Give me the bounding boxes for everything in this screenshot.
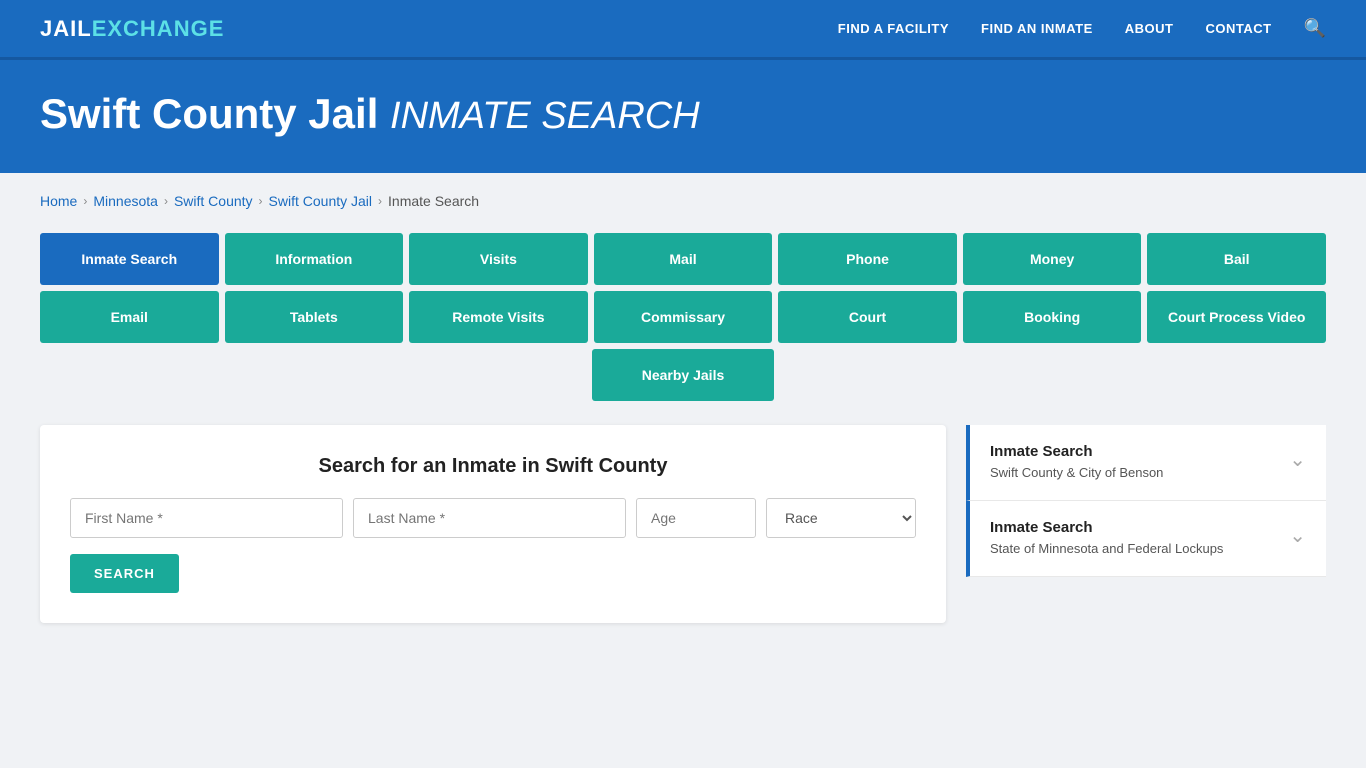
sidebar-card-swift-county[interactable]: Inmate Search Swift County & City of Ben… xyxy=(966,425,1326,501)
tab-row-2: Email Tablets Remote Visits Commissary C… xyxy=(40,291,1326,343)
search-fields: Race White Black Hispanic Asian Native A… xyxy=(70,498,916,538)
sidebar-card-swift-county-title: Inmate Search xyxy=(990,443,1163,460)
last-name-input[interactable] xyxy=(353,498,626,538)
hero-title-bold: Swift County Jail xyxy=(40,90,378,137)
first-name-input[interactable] xyxy=(70,498,343,538)
sidebar: Inmate Search Swift County & City of Ben… xyxy=(966,425,1326,577)
tab-court-process-video[interactable]: Court Process Video xyxy=(1147,291,1326,343)
tab-row-1: Inmate Search Information Visits Mail Ph… xyxy=(40,233,1326,285)
tab-visits[interactable]: Visits xyxy=(409,233,588,285)
tab-mail[interactable]: Mail xyxy=(594,233,773,285)
tab-row-3: Nearby Jails xyxy=(40,349,1326,401)
breadcrumb-home[interactable]: Home xyxy=(40,193,77,209)
nav-about[interactable]: ABOUT xyxy=(1125,21,1174,36)
main-nav: FIND A FACILITY FIND AN INMATE ABOUT CON… xyxy=(838,18,1326,39)
sidebar-card-minnesota-federal-content: Inmate Search State of Minnesota and Fed… xyxy=(990,519,1223,558)
page-title: Swift County Jail INMATE SEARCH xyxy=(40,90,1326,138)
sidebar-card-minnesota-federal-title: Inmate Search xyxy=(990,519,1223,536)
chevron-down-icon: ⌄ xyxy=(1289,447,1306,472)
breadcrumb: Home › Minnesota › Swift County › Swift … xyxy=(40,193,1326,209)
breadcrumb-sep-4: › xyxy=(378,194,382,208)
search-form-title: Search for an Inmate in Swift County xyxy=(70,455,916,478)
breadcrumb-inmate-search: Inmate Search xyxy=(388,193,479,209)
breadcrumb-sep-3: › xyxy=(259,194,263,208)
search-icon[interactable]: 🔍 xyxy=(1304,18,1326,39)
tab-inmate-search[interactable]: Inmate Search xyxy=(40,233,219,285)
nav-find-inmate[interactable]: FIND AN INMATE xyxy=(981,21,1093,36)
chevron-down-icon-2: ⌄ xyxy=(1289,523,1306,548)
logo[interactable]: JAIL EXCHANGE xyxy=(40,16,224,42)
nav-find-facility[interactable]: FIND A FACILITY xyxy=(838,21,949,36)
sidebar-card-swift-county-subtitle: Swift County & City of Benson xyxy=(990,464,1163,482)
breadcrumb-sep-2: › xyxy=(164,194,168,208)
search-form-card: Search for an Inmate in Swift County Rac… xyxy=(40,425,946,623)
breadcrumb-swift-county[interactable]: Swift County xyxy=(174,193,253,209)
tab-commissary[interactable]: Commissary xyxy=(594,291,773,343)
race-select[interactable]: Race White Black Hispanic Asian Native A… xyxy=(766,498,916,538)
tab-money[interactable]: Money xyxy=(963,233,1142,285)
logo-jail: JAIL xyxy=(40,16,92,42)
sidebar-card-swift-county-content: Inmate Search Swift County & City of Ben… xyxy=(990,443,1163,482)
main-content: Home › Minnesota › Swift County › Swift … xyxy=(0,173,1366,663)
logo-exchange: EXCHANGE xyxy=(92,16,225,42)
hero-title-italic: INMATE SEARCH xyxy=(390,95,700,137)
age-input[interactable] xyxy=(636,498,756,538)
breadcrumb-minnesota[interactable]: Minnesota xyxy=(93,193,158,209)
tab-court[interactable]: Court xyxy=(778,291,957,343)
tab-nearby-jails[interactable]: Nearby Jails xyxy=(592,349,775,401)
hero-banner: Swift County Jail INMATE SEARCH xyxy=(0,60,1366,173)
tab-bail[interactable]: Bail xyxy=(1147,233,1326,285)
tab-tablets[interactable]: Tablets xyxy=(225,291,404,343)
tab-remote-visits[interactable]: Remote Visits xyxy=(409,291,588,343)
sidebar-card-minnesota-federal-subtitle: State of Minnesota and Federal Lockups xyxy=(990,540,1223,558)
breadcrumb-sep-1: › xyxy=(83,194,87,208)
tab-information[interactable]: Information xyxy=(225,233,404,285)
header: JAIL EXCHANGE FIND A FACILITY FIND AN IN… xyxy=(0,0,1366,60)
nav-contact[interactable]: CONTACT xyxy=(1205,21,1271,36)
search-button[interactable]: SEARCH xyxy=(70,554,179,593)
breadcrumb-swift-county-jail[interactable]: Swift County Jail xyxy=(269,193,372,209)
tab-phone[interactable]: Phone xyxy=(778,233,957,285)
content-row: Search for an Inmate in Swift County Rac… xyxy=(40,425,1326,623)
tab-email[interactable]: Email xyxy=(40,291,219,343)
sidebar-card-minnesota-federal[interactable]: Inmate Search State of Minnesota and Fed… xyxy=(966,501,1326,577)
tab-booking[interactable]: Booking xyxy=(963,291,1142,343)
